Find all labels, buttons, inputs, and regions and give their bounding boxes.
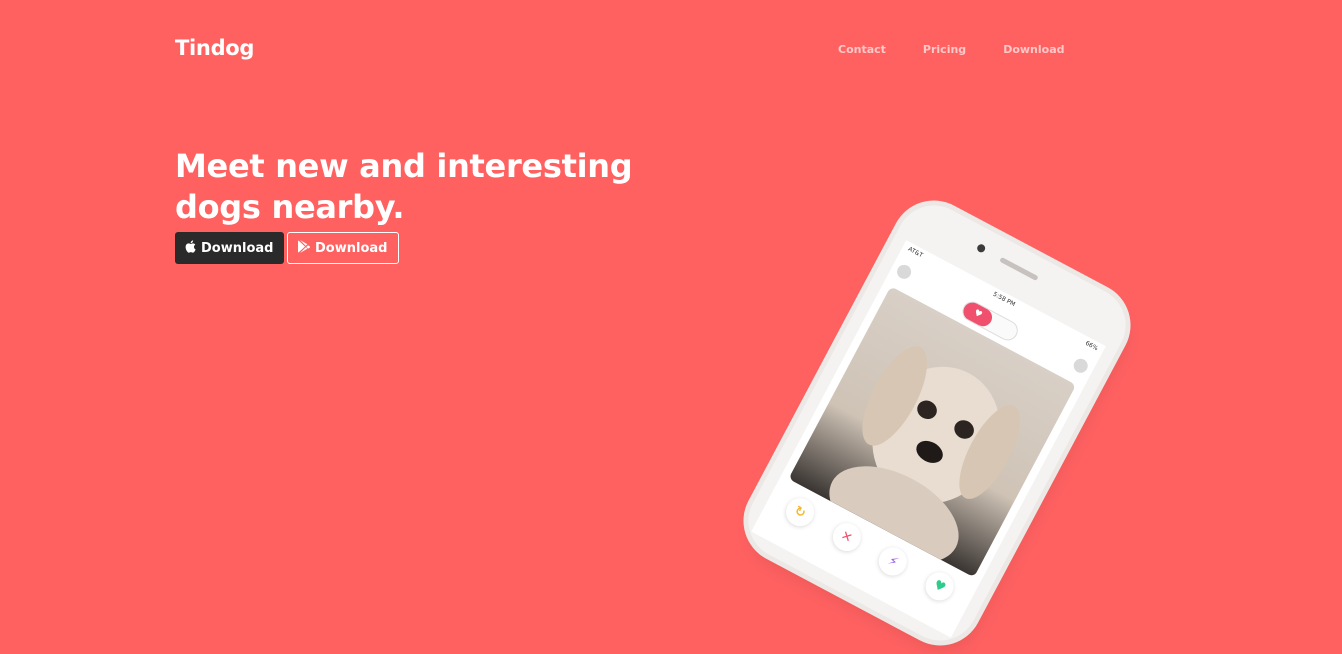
hero-headline-line2: dogs nearby. — [175, 188, 405, 226]
apple-icon — [185, 239, 196, 257]
app-store-download-button[interactable]: Download — [175, 232, 284, 264]
nav-contact-link[interactable]: Contact — [838, 43, 886, 56]
google-play-icon — [298, 239, 310, 257]
hero-headline: Meet new and interesting dogs nearby. — [175, 146, 645, 228]
nav-download-link[interactable]: Download — [1003, 43, 1064, 56]
google-play-download-button[interactable]: Download — [287, 232, 399, 264]
carrier-label: AT&T — [906, 245, 924, 260]
google-play-download-label: Download — [315, 240, 388, 256]
top-nav: Contact Pricing Download — [838, 43, 1102, 56]
phone-screen: AT&T 5:58 PM 66% ♥ ↻ ✕ ⚡ ♥ — [751, 240, 1106, 638]
phone-mockup: AT&T 5:58 PM 66% ♥ ↻ ✕ ⚡ ♥ — [735, 192, 1139, 654]
phone-speaker — [999, 256, 1039, 281]
time-label: 5:58 PM — [991, 290, 1017, 309]
brand-logo[interactable]: Tindog — [175, 36, 254, 60]
app-store-download-label: Download — [201, 240, 274, 256]
rewind-button[interactable]: ↻ — [781, 493, 820, 532]
flame-icon: ♥ — [960, 299, 996, 330]
chat-icon — [1071, 356, 1091, 376]
nope-button[interactable]: ✕ — [827, 517, 866, 556]
boost-button[interactable]: ⚡ — [874, 542, 913, 581]
profile-icon — [894, 262, 914, 282]
battery-label: 66% — [1084, 339, 1100, 353]
like-button[interactable]: ♥ — [920, 567, 959, 606]
nav-pricing-link[interactable]: Pricing — [923, 43, 966, 56]
phone-camera — [975, 242, 987, 254]
hero-headline-line1: Meet new and interesting — [175, 147, 633, 185]
